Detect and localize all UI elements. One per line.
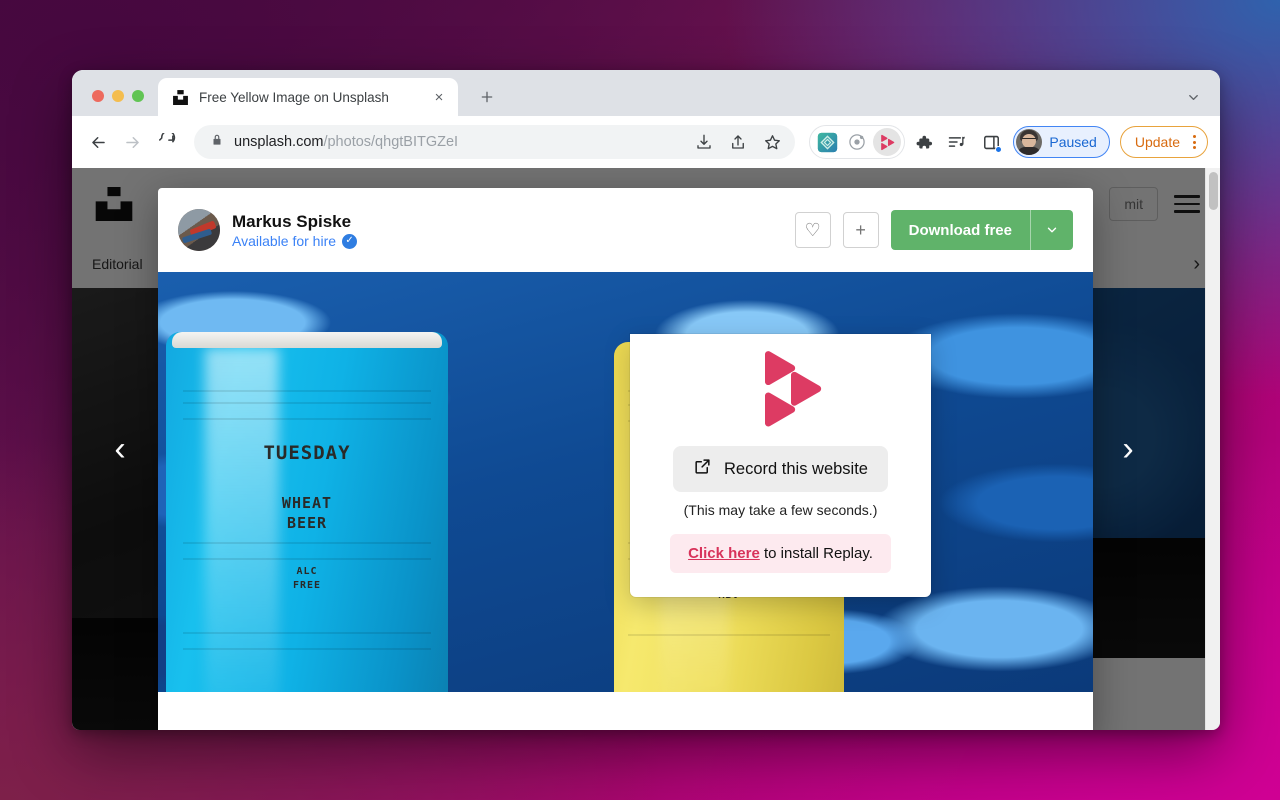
bookmark-star-icon[interactable] bbox=[757, 127, 787, 157]
address-bar[interactable]: unsplash.com/photos/qhgtBITGZeI bbox=[194, 125, 796, 159]
carousel-next-button[interactable]: › bbox=[1108, 432, 1148, 466]
url-path: /photos/qhgtBITGZeI bbox=[323, 134, 459, 150]
scrollbar-thumb[interactable] bbox=[1209, 172, 1218, 210]
author-hire-status[interactable]: Available for hire ✓ bbox=[232, 233, 358, 250]
can-spec-line2: FREE bbox=[292, 580, 322, 591]
author-avatar[interactable] bbox=[178, 209, 220, 251]
replay-logo bbox=[739, 350, 823, 428]
beer-can-tuesday: TUESDAY WHEAT BEER ALC FREE bbox=[166, 332, 448, 692]
page-viewport: × mit Editorial Archite › bbox=[72, 168, 1220, 730]
avatar bbox=[1016, 129, 1043, 155]
record-button-label: Record this website bbox=[724, 459, 868, 478]
side-panel-badge-dot bbox=[995, 146, 1003, 153]
install-replay-link[interactable]: Click here bbox=[688, 545, 760, 562]
profile-chip[interactable]: Paused bbox=[1013, 126, 1110, 158]
install-replay-rest: to install Replay. bbox=[759, 545, 873, 562]
record-hint-text: (This may take a few seconds.) bbox=[683, 502, 878, 518]
author-info: Markus Spiske Available for hire ✓ bbox=[232, 211, 358, 250]
window-traffic-lights bbox=[72, 90, 158, 116]
install-replay-banner: Click here to install Replay. bbox=[670, 534, 891, 573]
zoom-window-button[interactable] bbox=[132, 90, 144, 102]
external-link-icon bbox=[693, 457, 712, 481]
share-icon[interactable] bbox=[723, 127, 753, 157]
download-options-chevron-icon[interactable] bbox=[1031, 210, 1073, 250]
record-this-website-button[interactable]: Record this website bbox=[673, 446, 888, 492]
forward-button[interactable] bbox=[116, 126, 148, 158]
author-name[interactable]: Markus Spiske bbox=[232, 211, 357, 233]
available-for-hire-label: Available for hire bbox=[232, 233, 337, 250]
lock-icon bbox=[210, 133, 224, 152]
close-tab-button[interactable]: × bbox=[430, 88, 448, 106]
minimize-window-button[interactable] bbox=[112, 90, 124, 102]
download-free-label: Download free bbox=[908, 221, 1012, 239]
like-button[interactable]: ♡ bbox=[794, 212, 831, 248]
photo-detail-modal: Markus Spiske Available for hire ✓ ♡ + D… bbox=[158, 188, 1093, 730]
puzzle-extensions-icon[interactable] bbox=[907, 126, 939, 158]
photo-modal-header: Markus Spiske Available for hire ✓ ♡ + D… bbox=[158, 188, 1093, 272]
tab-strip: Free Yellow Image on Unsplash × bbox=[72, 70, 1220, 116]
teal-diamond-extension-icon[interactable] bbox=[813, 128, 841, 156]
new-tab-button[interactable] bbox=[472, 82, 502, 112]
can-type-line1: WHEAT bbox=[281, 494, 333, 512]
tab-search-chevron-down-icon[interactable] bbox=[1182, 86, 1204, 108]
back-button[interactable] bbox=[82, 126, 114, 158]
close-window-button[interactable] bbox=[92, 90, 104, 102]
can-type-line2: BEER bbox=[286, 514, 328, 532]
update-label: Update bbox=[1134, 134, 1180, 150]
verified-badge-icon: ✓ bbox=[342, 233, 358, 249]
desktop-background: Free Yellow Image on Unsplash × unsplash… bbox=[0, 0, 1280, 800]
unsplash-favicon-icon bbox=[172, 89, 189, 106]
can-spec-line1: ALC bbox=[296, 566, 318, 577]
tab-title: Free Yellow Image on Unsplash bbox=[199, 89, 389, 105]
add-to-collection-button[interactable]: + bbox=[842, 212, 879, 248]
url-text: unsplash.com/photos/qhgtBITGZeI bbox=[234, 134, 679, 150]
update-button[interactable]: Update bbox=[1119, 126, 1208, 158]
media-playlist-icon[interactable] bbox=[941, 126, 973, 158]
kebab-menu-icon[interactable] bbox=[1186, 135, 1203, 149]
download-free-button[interactable]: Download free bbox=[890, 210, 1073, 250]
replay-extension-icon[interactable] bbox=[873, 128, 902, 156]
side-panel-icon[interactable] bbox=[975, 126, 1007, 158]
url-domain: unsplash.com bbox=[234, 134, 324, 150]
profile-status-label: Paused bbox=[1049, 134, 1097, 150]
can-day-label: TUESDAY bbox=[263, 442, 351, 464]
orbit-extension-icon[interactable] bbox=[843, 128, 871, 156]
carousel-prev-button[interactable]: ‹ bbox=[100, 432, 140, 466]
browser-toolbar: unsplash.com/photos/qhgtBITGZeI Paused U… bbox=[72, 116, 1220, 168]
download-icon[interactable] bbox=[689, 127, 719, 157]
browser-tab[interactable]: Free Yellow Image on Unsplash × bbox=[158, 78, 458, 116]
replay-extension-popup: Record this website (This may take a few… bbox=[630, 334, 931, 597]
photo-image[interactable]: TUESDAY WHEAT BEER ALC FREE bbox=[158, 272, 1093, 692]
omnibox-actions bbox=[689, 127, 787, 157]
page-scrollbar[interactable] bbox=[1205, 168, 1220, 730]
browser-window: Free Yellow Image on Unsplash × unsplash… bbox=[72, 70, 1220, 730]
reload-button[interactable] bbox=[150, 126, 182, 158]
extension-icons-group bbox=[809, 125, 906, 159]
